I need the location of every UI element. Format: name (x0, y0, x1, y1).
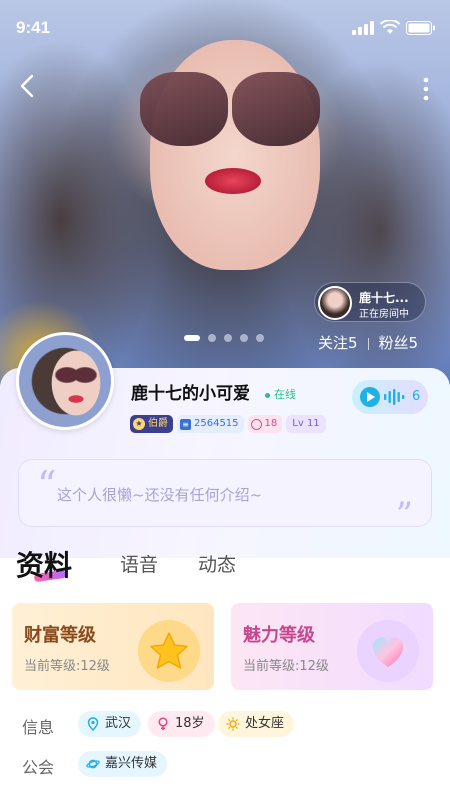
sun-icon (226, 717, 240, 731)
bio-text: 这个人很懒~还没有任何介绍~ (57, 486, 263, 504)
online-status: 在线 (265, 386, 296, 402)
age-chip-value: 18岁 (175, 716, 205, 731)
fans-count[interactable]: 粉丝5 (379, 334, 419, 352)
zodiac-chip: 处女座 (218, 711, 295, 737)
level-value: Lv 11 (292, 418, 320, 429)
user-id: 2564515 (194, 418, 239, 429)
follow-count[interactable]: 关注5 (318, 334, 358, 352)
photo-detail (205, 168, 261, 194)
heart-icon (357, 620, 419, 682)
live-status: 正在房间中 (359, 309, 409, 320)
age-value: 18 (264, 418, 278, 429)
voice-duration: 6 (412, 389, 421, 404)
status-bar: 9:41 (0, 0, 450, 56)
badge-row: ★ 伯爵 ≡ 2564515 18 Lv 11 (130, 415, 326, 433)
more-options-icon[interactable] (414, 76, 438, 102)
charm-level-title: 魅力等级 (243, 625, 315, 646)
battery-icon (406, 21, 435, 35)
photo-detail (140, 72, 228, 146)
pager-dot (240, 334, 248, 342)
city-value: 武汉 (105, 716, 132, 731)
nickname: 鹿十七的小可爱 (131, 384, 250, 404)
follow-stats: 关注5 粉丝5 (318, 332, 418, 353)
bio-box[interactable]: “ 这个人很懒~还没有任何介绍~ ” (18, 459, 432, 532)
nobility-label: 伯爵 (148, 418, 168, 429)
info-row: 信息 武汉 18岁 处女座 (22, 711, 442, 737)
location-icon (87, 717, 99, 731)
close-quote-icon: ” (395, 495, 413, 535)
charm-level-card[interactable]: 魅力等级 当前等级:12级 (231, 603, 433, 690)
nobility-badge: ★ 伯爵 (130, 415, 173, 433)
in-room-pill[interactable]: 鹿十七... 正在房间中 (314, 282, 426, 322)
avatar[interactable] (16, 332, 114, 430)
photo-pager[interactable] (184, 334, 264, 342)
zodiac-value: 处女座 (245, 716, 285, 731)
voice-intro-button[interactable]: 6 (352, 380, 428, 414)
wealth-level-card[interactable]: 财富等级 当前等级:12级 (12, 603, 214, 690)
pager-dot (184, 335, 200, 341)
guild-chip[interactable]: 嘉兴传媒 (78, 751, 168, 777)
live-avatar (318, 286, 352, 320)
status-time: 9:41 (16, 18, 51, 37)
info-label: 信息 (22, 718, 55, 737)
divider (367, 337, 369, 350)
photo-detail (232, 72, 320, 146)
wealth-level-title: 财富等级 (24, 625, 96, 646)
pager-dot (224, 334, 232, 342)
wealth-level-sub: 当前等级:12级 (24, 659, 110, 674)
pager-dot (256, 334, 264, 342)
sound-wave-icon (384, 389, 405, 405)
planet-icon (86, 759, 100, 769)
open-quote-icon: “ (37, 463, 57, 507)
live-name: 鹿十七... (359, 291, 409, 305)
female-icon (158, 717, 168, 730)
tab-profile[interactable]: 资料 (16, 544, 72, 584)
back-icon[interactable] (14, 72, 42, 100)
guild-name: 嘉兴传媒 (105, 756, 158, 771)
level-badge: Lv 11 (286, 415, 326, 433)
signal-icon (352, 21, 374, 35)
play-icon (360, 387, 380, 407)
user-id-badge[interactable]: ≡ 2564515 (177, 415, 244, 433)
age-chip: 18岁 (148, 711, 215, 737)
city-chip: 武汉 (78, 711, 142, 737)
charm-level-sub: 当前等级:12级 (243, 659, 329, 674)
tab-moments[interactable]: 动态 (198, 550, 236, 577)
female-icon (250, 418, 262, 430)
age-badge: 18 (247, 415, 283, 433)
profile-tabs: 资料 语音 动态 (0, 544, 450, 588)
star-icon (138, 620, 200, 682)
guild-label: 公会 (22, 758, 55, 777)
wifi-icon (380, 20, 400, 34)
crown-icon: ★ (133, 418, 145, 430)
tab-voice[interactable]: 语音 (120, 550, 158, 577)
pager-dot (208, 334, 216, 342)
guild-row: 公会 嘉兴传媒 (22, 751, 442, 777)
id-card-icon: ≡ (180, 418, 191, 430)
